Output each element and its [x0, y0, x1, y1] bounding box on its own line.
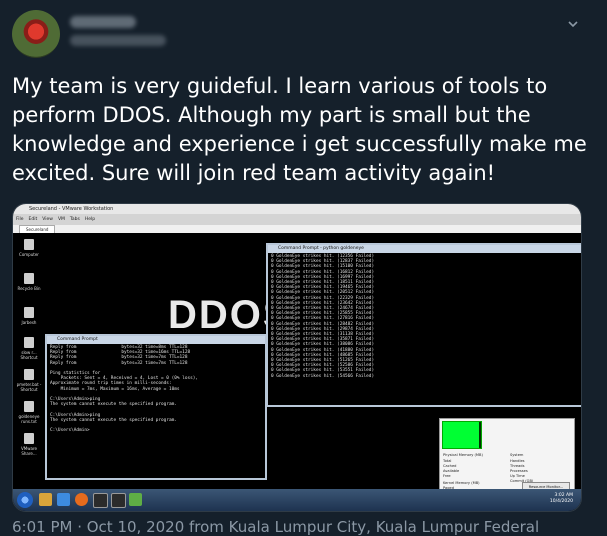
internet-explorer-icon[interactable] — [57, 493, 70, 506]
console-line: 0 GoldenEye strikes hit. (54566 Failed) — [271, 373, 375, 379]
menu-item[interactable]: Edit — [29, 214, 38, 225]
windows-taskbar: 3:02 AM 10/4/2020 — [13, 489, 581, 511]
firefox-icon[interactable] — [75, 493, 88, 506]
menu-item[interactable]: Tabs — [70, 214, 80, 225]
tm-label: Up Time — [510, 474, 525, 478]
python-console-window[interactable]: Command Prompt - python goldeneye 0 Gold… — [266, 243, 581, 407]
menu-item[interactable]: Help — [85, 214, 95, 225]
tm-label: Threads — [510, 464, 525, 468]
recycle-bin-icon — [24, 273, 34, 284]
cpu-graph-bar — [476, 422, 479, 448]
tm-label: System — [510, 453, 524, 457]
tm-label: Free — [443, 474, 451, 478]
folder-icon[interactable] — [39, 493, 52, 506]
menu-item[interactable]: View — [42, 214, 53, 225]
author-name-redacted[interactable] — [70, 16, 136, 28]
file-icon — [24, 307, 34, 318]
chevron-down-icon[interactable] — [563, 14, 583, 34]
desktop-icon-label: pmeter.bat - Shortcut — [16, 382, 42, 392]
vm-menubar: File Edit View VM Tabs Help — [13, 214, 581, 225]
tm-label: Physical Memory (MB) — [443, 453, 483, 457]
file-icon — [24, 401, 34, 412]
vm-title: Secureland - VMware Workstation — [29, 206, 114, 212]
vm-titlebar: Secureland - VMware Workstation — [13, 204, 581, 214]
desktop-icon-label: slow r... Shortcut — [20, 350, 38, 360]
cmd-window[interactable]: Command Prompt Reply from bytes=32 time=… — [45, 334, 267, 480]
console-output: 0 GoldenEye strikes hit. (12356 Failed) 0… — [268, 253, 581, 380]
start-button[interactable] — [17, 492, 33, 508]
desktop-icon-pmeter[interactable]: pmeter.bat - Shortcut — [16, 369, 42, 392]
console-output: Reply from bytes=32 time=8ms TTL=128 Repl… — [47, 344, 265, 434]
menu-item[interactable]: VM — [58, 214, 65, 225]
window-title: Command Prompt - python goldeneye — [268, 245, 581, 253]
desktop-icon-computer[interactable]: Computer — [16, 239, 42, 257]
desktop-icon-label: Computer — [19, 252, 39, 257]
tweet-header — [12, 10, 595, 60]
desktop-icon-vmware-share[interactable]: VMware Share... — [16, 433, 42, 456]
vm-desktop: Computer Recycle Bin Jarbesh slow r... S… — [13, 233, 581, 503]
desktop-icon-label: Jarbesh — [21, 320, 37, 325]
computer-icon — [24, 239, 34, 250]
desktop-icon-goldeneye[interactable]: goldeneye runs.txt — [16, 401, 42, 424]
tm-label: Available — [443, 469, 460, 473]
desktop-icon-label: Recycle Bin — [17, 286, 41, 291]
folder-icon — [24, 433, 34, 444]
tm-label: Handles — [510, 459, 525, 463]
tm-label: Cached — [443, 464, 457, 468]
tm-label: Total — [443, 459, 452, 463]
cpu-usage-graph — [442, 421, 482, 449]
desktop-icon-recycle-bin[interactable]: Recycle Bin — [16, 273, 42, 291]
vm-tabs: Secureland — [13, 225, 581, 235]
avatar[interactable] — [12, 10, 60, 58]
command-prompt-icon[interactable] — [93, 493, 108, 508]
tweet-text: My team is very guideful. I learn variou… — [12, 74, 587, 185]
desktop-icon-jarbesh[interactable]: Jarbesh — [16, 307, 42, 325]
command-prompt-icon[interactable] — [111, 493, 126, 508]
tweet-timestamp-location[interactable]: 6:01 PM · Oct 10, 2020 from Kuala Lumpur… — [12, 518, 539, 536]
author-handle-redacted[interactable] — [70, 35, 166, 46]
task-manager-icon[interactable] — [129, 493, 142, 506]
menu-item[interactable]: File — [16, 214, 24, 225]
desktop-icon-label: goldeneye runs.txt — [18, 414, 40, 424]
clock-date: 10/4/2020 — [549, 499, 573, 504]
desktop-icon-shortcut[interactable]: slow r... Shortcut — [16, 337, 42, 360]
tweet-media-screenshot[interactable]: Secureland - VMware Workstation File Edi… — [12, 203, 582, 512]
console-line: C:\Users\Admin> — [50, 428, 90, 434]
window-title: Command Prompt — [47, 336, 265, 344]
file-icon — [24, 337, 34, 348]
tm-label: Kernel Memory (MB) — [443, 481, 480, 485]
desktop-icon-label: VMware Share... — [21, 446, 37, 456]
taskbar-clock: 3:02 AM 10/4/2020 — [550, 493, 573, 505]
tm-label: Processes — [510, 469, 528, 473]
file-icon — [24, 369, 34, 380]
